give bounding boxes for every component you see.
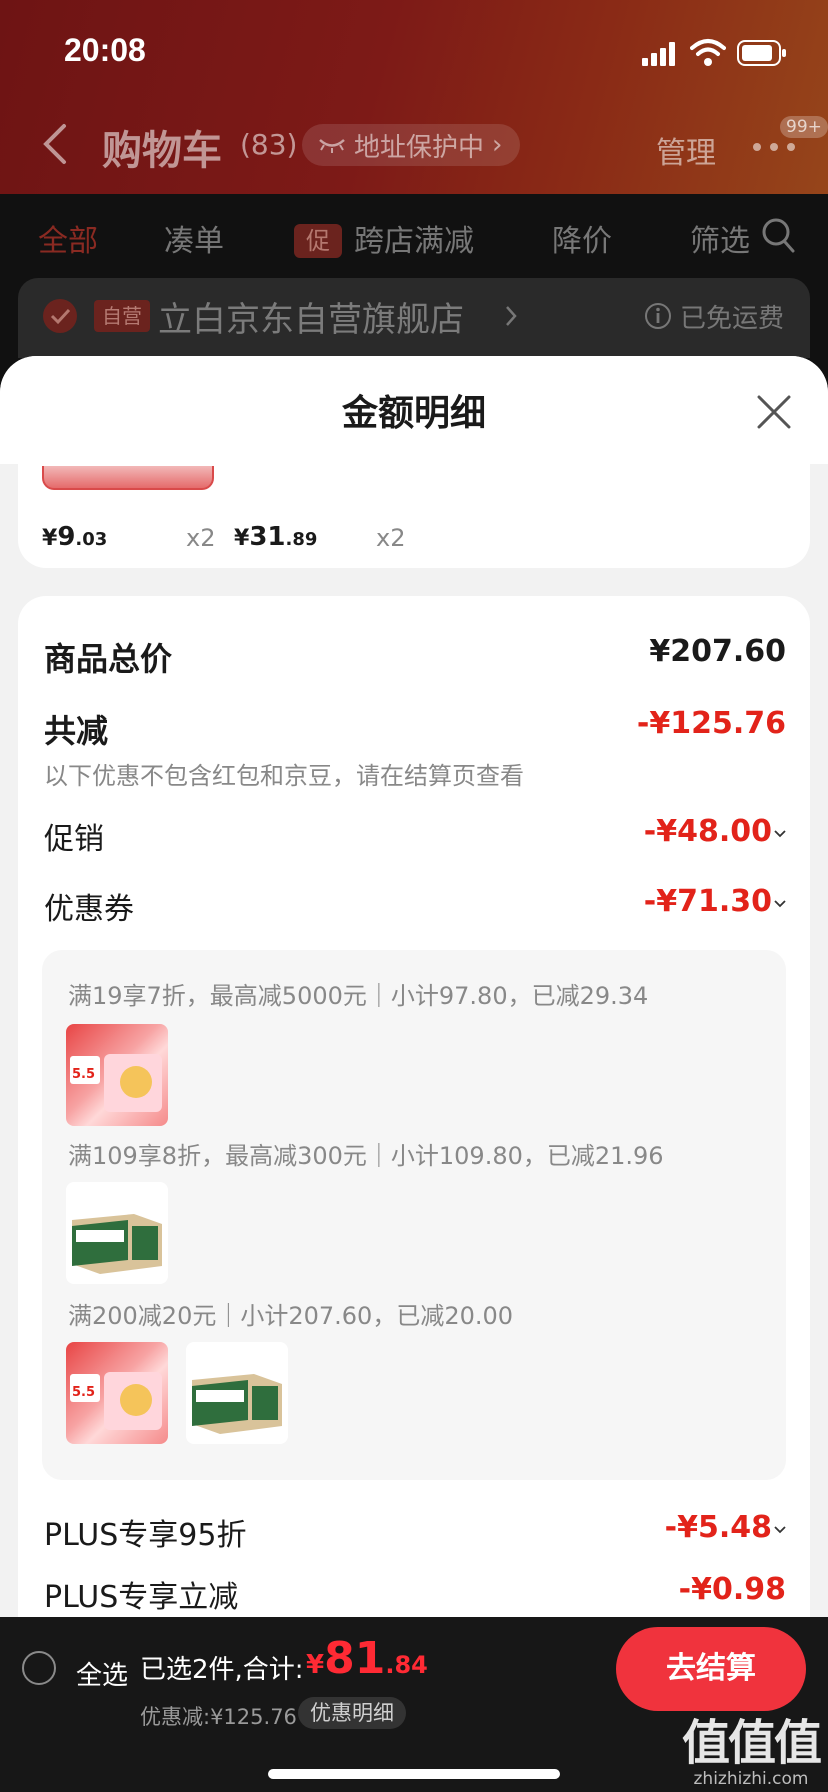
site-watermark: 值值值 zhizhizhi.com [676, 1703, 826, 1789]
watermark-url: zhizhizhi.com [693, 1769, 809, 1789]
chevron-down-icon[interactable] [774, 900, 786, 908]
goods-total-value: ¥207.60 [649, 634, 786, 669]
goods-total-label: 商品总价 [44, 640, 173, 678]
signal-icon [642, 42, 675, 66]
status-time: 20:08 [64, 32, 146, 68]
address-protection-pill[interactable]: 地址保护中 › [302, 124, 521, 166]
manage-button[interactable]: 管理 [656, 128, 716, 172]
product-thumbnail [42, 466, 214, 490]
promotion-value[interactable]: -¥48.00 [644, 814, 772, 849]
cart-count: (83) [240, 128, 298, 161]
select-all-radio[interactable] [22, 1651, 56, 1685]
tab-cross-store[interactable]: 促跨店满减 [294, 216, 474, 260]
product-quantity: x2 [376, 524, 406, 552]
discount-note: 以下优惠不包含红包和京豆，请在结算页查看 [44, 762, 524, 790]
shipping-status: 已免运费 [680, 304, 785, 334]
product-image-milk [186, 1342, 288, 1444]
discount-amount: 优惠减:¥125.76 [140, 1705, 297, 1729]
message-badge: 99+ [780, 116, 828, 138]
plus-95-label[interactable]: PLUS专享95折 [44, 1510, 247, 1554]
more-dots-icon[interactable] [752, 142, 796, 152]
product-price: ¥31.89 [234, 522, 318, 552]
address-protection-label: 地址保护中 [354, 132, 485, 163]
coupon-rule-line: 满19享7折，最高减5000元｜小计97.80，已减29.34 [68, 982, 649, 1010]
cart-filter-tabs: 全部 凑单 促跨店满减 降价 筛选 [0, 210, 828, 260]
chevron-down-icon[interactable] [774, 830, 786, 838]
coupon-value[interactable]: -¥71.30 [644, 884, 772, 919]
product-image-liby: 5.5 [66, 1024, 168, 1126]
select-all-label[interactable]: 全选 [76, 1655, 128, 1692]
watermark-logo: 值值值 [681, 1715, 822, 1771]
tab-cross-store-label: 跨店满减 [354, 224, 474, 259]
amount-detail-sheet: 金额明细 ¥9.03 x2 ¥31.89 x2 商品总价 ¥207.60 共减 … [0, 356, 828, 1617]
search-icon[interactable] [760, 216, 796, 254]
sheet-header: 金额明细 [0, 356, 828, 464]
product-price: ¥9.03 [42, 522, 108, 552]
chevron-right-icon: › [492, 130, 503, 160]
close-icon[interactable] [756, 394, 792, 430]
store-name[interactable]: 立白京东自营旗舰店 [158, 292, 464, 341]
info-icon[interactable] [644, 302, 672, 330]
page-title: 购物车 [102, 128, 222, 174]
status-bar: 20:08 [0, 0, 828, 100]
product-image-liby: 5.5 [66, 1342, 168, 1444]
closed-eye-icon [319, 139, 345, 153]
total-price: ¥81.84 [306, 1633, 428, 1684]
selected-count: 已选2件,合计: [140, 1655, 304, 1685]
coupon-detail-box: 满19享7折，最高减5000元｜小计97.80，已减29.34 5.5 满109… [42, 950, 786, 1480]
promotion-label[interactable]: 促销 [44, 814, 104, 858]
home-indicator[interactable] [268, 1769, 560, 1779]
sheet-title: 金额明细 [341, 393, 486, 434]
store-row[interactable]: 自营 立白京东自营旗舰店 已免运费 [18, 278, 810, 358]
coupon-rule-line: 满200减20元｜小计207.60，已减20.00 [68, 1302, 514, 1330]
svg-text:5.5: 5.5 [72, 1385, 95, 1400]
tab-combine[interactable]: 凑单 [164, 216, 224, 260]
plus-reduce-label: PLUS专享立减 [44, 1580, 239, 1615]
plus-reduce-value: -¥0.98 [678, 1572, 786, 1607]
tab-filter[interactable]: 筛选 [690, 216, 750, 260]
back-arrow-icon[interactable] [40, 122, 70, 166]
checkout-button[interactable]: 去结算 [616, 1627, 806, 1711]
product-quantity: x2 [186, 524, 216, 552]
cart-nav-bar: 购物车 (83) 地址保护中 › 管理 99+ [0, 112, 828, 182]
tab-all[interactable]: 全部 [38, 216, 98, 260]
battery-icon [737, 40, 786, 66]
total-reduce-label: 共减 [44, 712, 109, 750]
chevron-down-icon[interactable] [774, 1526, 786, 1534]
discount-detail-button[interactable]: 优惠明细 [298, 1697, 406, 1729]
product-image-milk [66, 1182, 168, 1284]
tab-price-drop[interactable]: 降价 [552, 216, 612, 260]
self-operated-tag: 自营 [94, 300, 150, 332]
chevron-right-icon [506, 306, 517, 326]
promo-badge: 促 [294, 224, 342, 258]
svg-text:5.5: 5.5 [72, 1067, 95, 1082]
checkout-bar: 全选 已选2件,合计: ¥81.84 优惠减:¥125.76 优惠明细 去结算 … [0, 1617, 828, 1792]
amount-detail-card: 商品总价 ¥207.60 共减 -¥125.76 以下优惠不包含红包和京豆，请在… [18, 596, 810, 1617]
total-reduce-value: -¥125.76 [636, 706, 786, 741]
wifi-icon [690, 39, 726, 66]
coupon-rule-line: 满109享8折，最高减300元｜小计109.80，已减21.96 [68, 1142, 664, 1170]
coupon-label[interactable]: 优惠券 [44, 884, 134, 928]
plus-95-value[interactable]: -¥5.48 [665, 1510, 772, 1545]
store-check-icon[interactable] [42, 298, 78, 334]
